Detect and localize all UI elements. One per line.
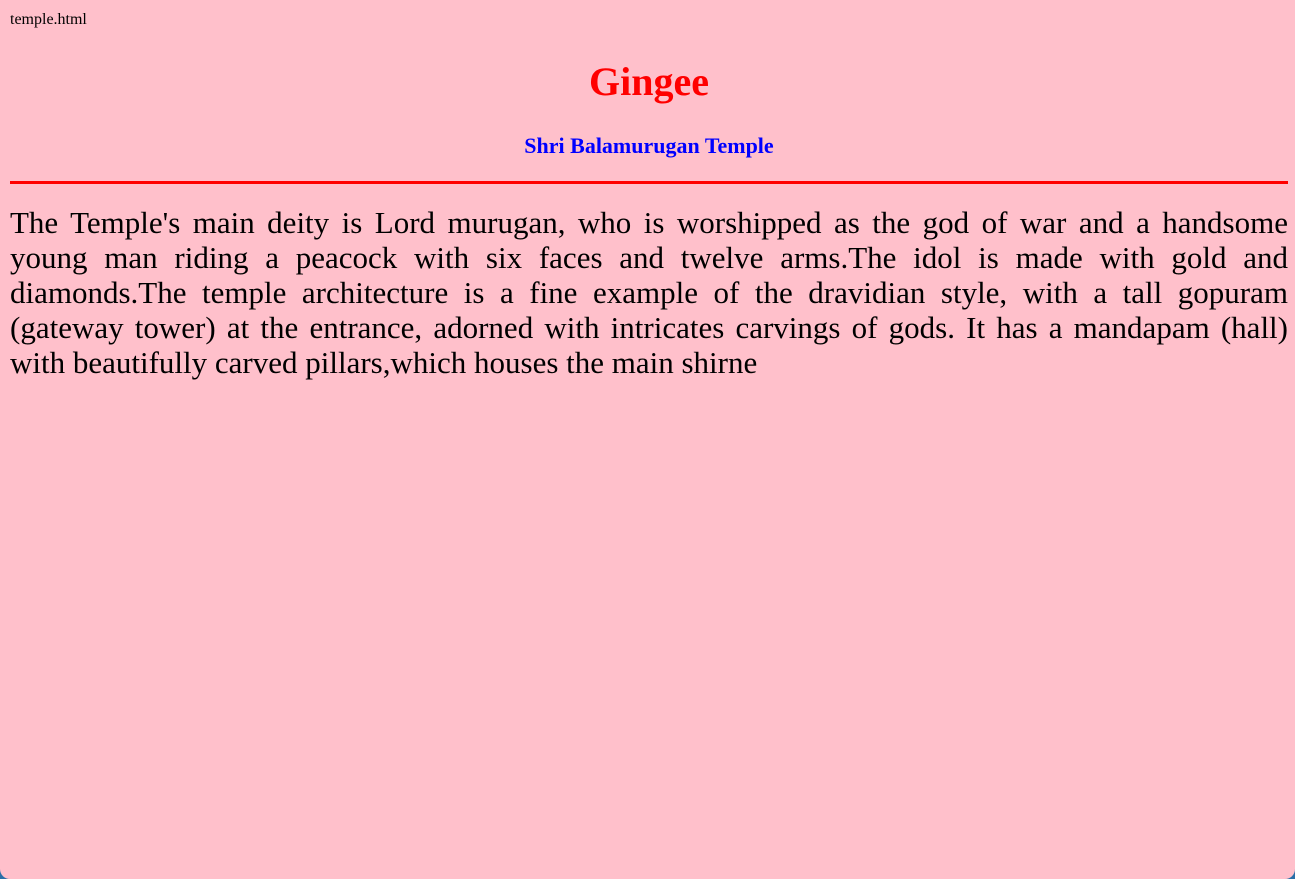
file-name-label: temple.html [10,11,87,28]
temple-description-paragraph: The Temple's main deity is Lord murugan,… [10,205,1288,380]
horizontal-divider [10,181,1288,184]
page-title: Gingee [589,59,709,104]
page-subtitle: Shri Balamurugan Temple [524,133,774,158]
page-viewport: temple.html Gingee Shri Balamurugan Temp… [0,0,1295,879]
